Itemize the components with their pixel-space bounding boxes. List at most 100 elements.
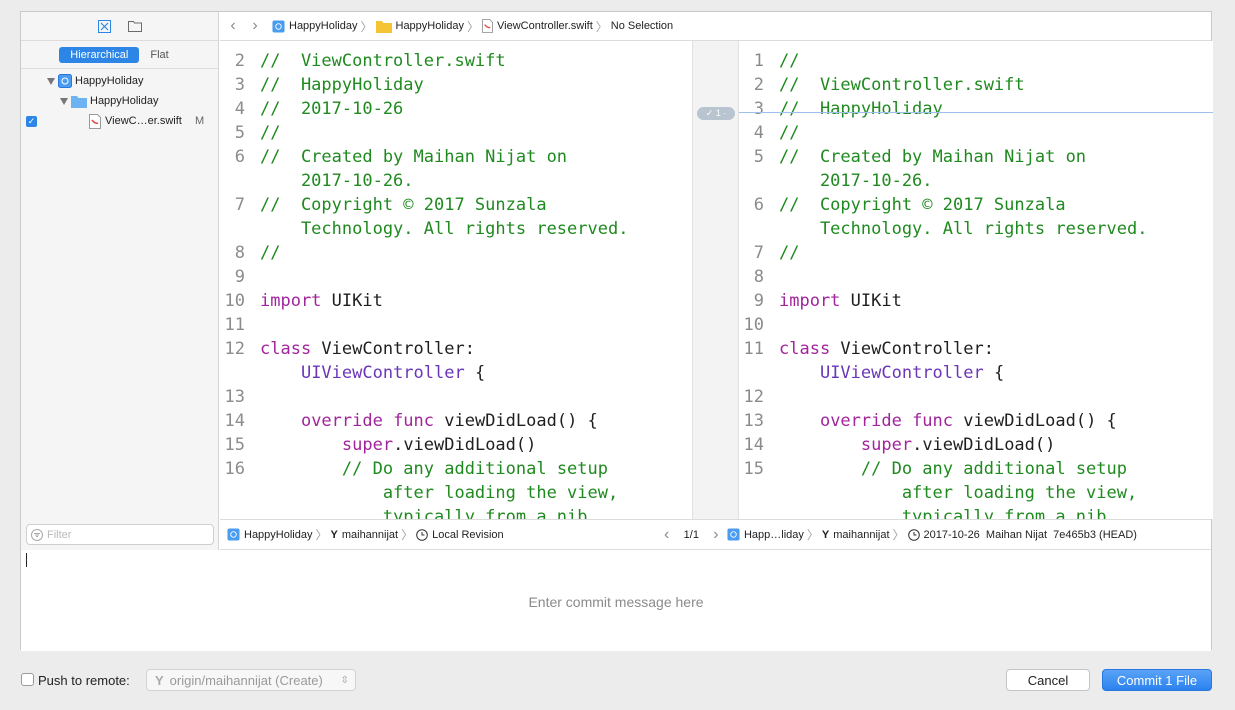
cancel-button[interactable]: Cancel: [1006, 669, 1090, 691]
segment-flat[interactable]: Flat: [139, 47, 179, 63]
left-branch-crumb[interactable]: Y maihannijat: [331, 529, 399, 541]
code-token: .viewDidLoad(): [912, 435, 1056, 455]
code-line[interactable]: 5 //: [220, 123, 692, 147]
file-sidebar: Hierarchical Flat HappyHoliday HappyHoli…: [21, 12, 219, 550]
code-line[interactable]: 2017-10-26.: [220, 171, 692, 195]
code-line[interactable]: 13 override func viewDidLoad() {: [739, 411, 1213, 435]
code-line[interactable]: 5 // Created by Maihan Nijat on: [739, 147, 1213, 171]
code-line[interactable]: 9 import UIKit: [739, 291, 1213, 315]
code-token: //: [779, 243, 800, 263]
right-project-crumb[interactable]: Happ…liday: [727, 528, 804, 541]
code-line[interactable]: 3 // HappyHoliday: [739, 99, 1213, 123]
segment-hierarchical[interactable]: Hierarchical: [59, 46, 140, 63]
disclosure-triangle-icon[interactable]: [47, 77, 55, 85]
breadcrumb-selection[interactable]: No Selection: [611, 20, 673, 32]
back-arrow-icon[interactable]: ‹: [222, 17, 244, 35]
previous-change-icon[interactable]: ‹: [656, 526, 678, 544]
code-line[interactable]: 11: [220, 315, 692, 339]
code-line[interactable]: after loading the view,: [220, 483, 692, 507]
code-text: UIViewController {: [779, 363, 1004, 387]
code-line[interactable]: 15 // Do any additional setup: [739, 459, 1213, 483]
code-line[interactable]: typically from a nib.: [739, 507, 1213, 519]
code-line[interactable]: 2 // ViewController.swift: [220, 51, 692, 75]
code-line[interactable]: 14 override func viewDidLoad() {: [220, 411, 692, 435]
breadcrumb-folder[interactable]: HappyHoliday: [375, 20, 464, 33]
code-line[interactable]: 9: [220, 267, 692, 291]
code-line[interactable]: 2017-10-26.: [739, 171, 1213, 195]
code-line[interactable]: typically from a nib.: [220, 507, 692, 519]
code-line[interactable]: 3 // HappyHoliday: [220, 75, 692, 99]
push-to-remote-checkbox[interactable]: [21, 673, 34, 686]
code-line[interactable]: UIViewController {: [220, 363, 692, 387]
code-text: // Created by Maihan Nijat on: [779, 147, 1086, 171]
code-line[interactable]: 16 // Do any additional setup: [220, 459, 692, 483]
forward-arrow-icon[interactable]: ›: [244, 17, 266, 35]
line-number: 9: [753, 291, 764, 311]
disclosure-triangle-icon[interactable]: [60, 97, 68, 105]
code-line[interactable]: 10: [739, 315, 1213, 339]
code-line[interactable]: 14 super.viewDidLoad(): [739, 435, 1213, 459]
breadcrumb-label: HappyHoliday: [395, 20, 464, 32]
left-project-crumb[interactable]: HappyHoliday: [227, 528, 312, 541]
code-token: // ViewController.swift: [779, 75, 1025, 95]
chevron-right-icon: 〉: [466, 19, 479, 34]
project-icon: [727, 528, 740, 541]
commit-message-field[interactable]: Enter commit message here: [21, 550, 1211, 651]
code-token: UIKit: [321, 291, 383, 311]
code-line[interactable]: Technology. All rights reserved.: [220, 219, 692, 243]
right-branch-crumb[interactable]: Y maihannijat: [822, 529, 890, 541]
filter-field[interactable]: Filter: [26, 524, 214, 545]
line-number: 12: [224, 339, 245, 359]
code-line[interactable]: 8 //: [220, 243, 692, 267]
line-number: [739, 219, 779, 243]
code-line[interactable]: 6 // Copyright © 2017 Sunzala: [739, 195, 1213, 219]
code-line[interactable]: 8: [739, 267, 1213, 291]
hierarchy-view-icon[interactable]: [98, 19, 112, 33]
code-line[interactable]: 4 //: [739, 123, 1213, 147]
code-line[interactable]: 10 import UIKit: [220, 291, 692, 315]
line-number: 4: [753, 123, 764, 143]
code-text: 2017-10-26.: [779, 171, 933, 195]
include-file-checkbox[interactable]: ✓: [26, 115, 37, 127]
folder-view-icon[interactable]: [127, 19, 142, 33]
code-line[interactable]: 12: [739, 387, 1213, 411]
text-caret: [26, 553, 27, 567]
code-line[interactable]: 15 super.viewDidLoad(): [220, 435, 692, 459]
right-revision-crumb[interactable]: 2017-10-26 Maihan Nijat 7e465b3 (HEAD): [907, 529, 1137, 541]
change-toggle-badge[interactable]: ✓ 1 ·: [697, 107, 735, 120]
commit-button[interactable]: Commit 1 File: [1102, 669, 1212, 691]
code-line[interactable]: 13: [220, 387, 692, 411]
tree-item-folder[interactable]: HappyHoliday: [60, 92, 158, 110]
code-line[interactable]: UIViewController {: [739, 363, 1213, 387]
code-token: class: [260, 339, 312, 359]
next-change-icon[interactable]: ›: [705, 526, 727, 544]
view-mode-segmented-control: Hierarchical Flat: [59, 46, 179, 63]
code-line[interactable]: 2 // ViewController.swift: [739, 75, 1213, 99]
sidebar-toolbar: [21, 12, 218, 41]
code-token: 2017-10-26.: [779, 171, 933, 191]
code-line[interactable]: 12 class ViewController:: [220, 339, 692, 363]
breadcrumb-project[interactable]: HappyHoliday: [272, 19, 357, 33]
branch-icon: Y: [821, 528, 830, 541]
left-revision-crumb[interactable]: Local Revision: [416, 529, 504, 541]
tree-item-project[interactable]: HappyHoliday: [47, 72, 143, 90]
tree-item-file[interactable]: ✓ ViewC…er.swift M: [21, 112, 219, 130]
remote-branch-select[interactable]: Y origin/maihannijat (Create) ⇳: [146, 669, 356, 691]
revision-label: Local Revision: [432, 528, 504, 541]
code-line[interactable]: 1 //: [739, 51, 1213, 75]
code-line[interactable]: 6 // Created by Maihan Nijat on: [220, 147, 692, 171]
code-text: typically from a nib.: [779, 507, 1117, 519]
code-text: super.viewDidLoad(): [260, 435, 536, 459]
chevron-right-icon: 〉: [806, 528, 819, 542]
breadcrumb-file[interactable]: ViewController.swift: [482, 19, 593, 33]
code-line[interactable]: Technology. All rights reserved.: [739, 219, 1213, 243]
code-text: // HappyHoliday: [779, 99, 943, 123]
code-line[interactable]: 4 // 2017-10-26: [220, 99, 692, 123]
code-line[interactable]: after loading the view,: [739, 483, 1213, 507]
code-line[interactable]: 7 //: [739, 243, 1213, 267]
code-token: // HappyHoliday: [260, 75, 424, 95]
code-line[interactable]: 11 class ViewController:: [739, 339, 1213, 363]
code-line[interactable]: 7 // Copyright © 2017 Sunzala: [220, 195, 692, 219]
local-revision-code-pane[interactable]: 2 // ViewController.swift 3 // HappyHoliday…: [220, 41, 692, 519]
